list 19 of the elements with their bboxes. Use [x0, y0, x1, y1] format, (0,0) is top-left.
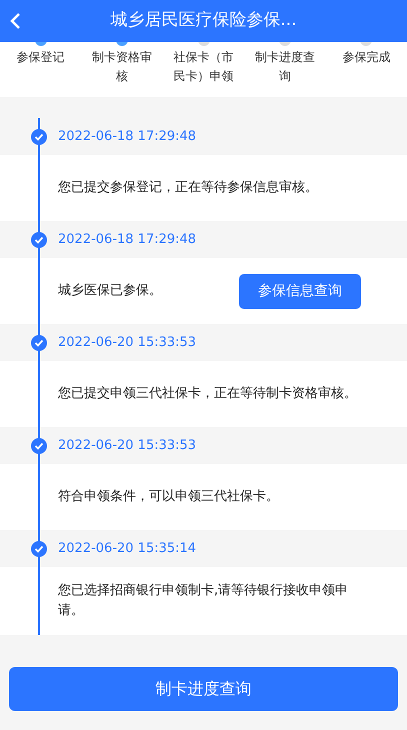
- step-label: 制卡进度查询: [254, 49, 316, 85]
- status-message: 符合申领条件，可以申领三代社保卡。: [58, 488, 280, 506]
- status-message: 城乡医保已参保。: [58, 282, 163, 300]
- back-icon[interactable]: [9, 12, 21, 30]
- timestamp: 2022-06-20 15:33:53: [58, 436, 196, 455]
- step-label: 制卡资格审核: [91, 49, 154, 85]
- timestamp: 2022-06-18 17:29:48: [58, 128, 196, 146]
- status-message: 您已选择招商银行申领制卡,请等待银行接收申领申请。: [58, 582, 350, 620]
- status-message: 您已提交参保登记，正在等待参保信息审核。: [58, 179, 319, 197]
- timestamp: 2022-06-20 15:33:53: [58, 334, 196, 352]
- timestamp: 2022-06-18 17:29:48: [58, 230, 196, 249]
- step-label: 参保完成: [341, 49, 392, 66]
- timestamp: 2022-06-20 15:35:14: [58, 540, 196, 558]
- status-message: 您已提交申领三代社保卡，正在等待制卡资格审核。: [58, 385, 358, 403]
- step-label: 社保卡（市民卡）申领: [172, 49, 235, 85]
- query-button[interactable]: 参保信息查询: [239, 274, 361, 308]
- step-label: 参保登记: [16, 49, 66, 66]
- progress-query-button[interactable]: 制卡进度查询: [9, 667, 398, 711]
- page-title: 城乡居民医疗保险参保...: [110, 9, 297, 32]
